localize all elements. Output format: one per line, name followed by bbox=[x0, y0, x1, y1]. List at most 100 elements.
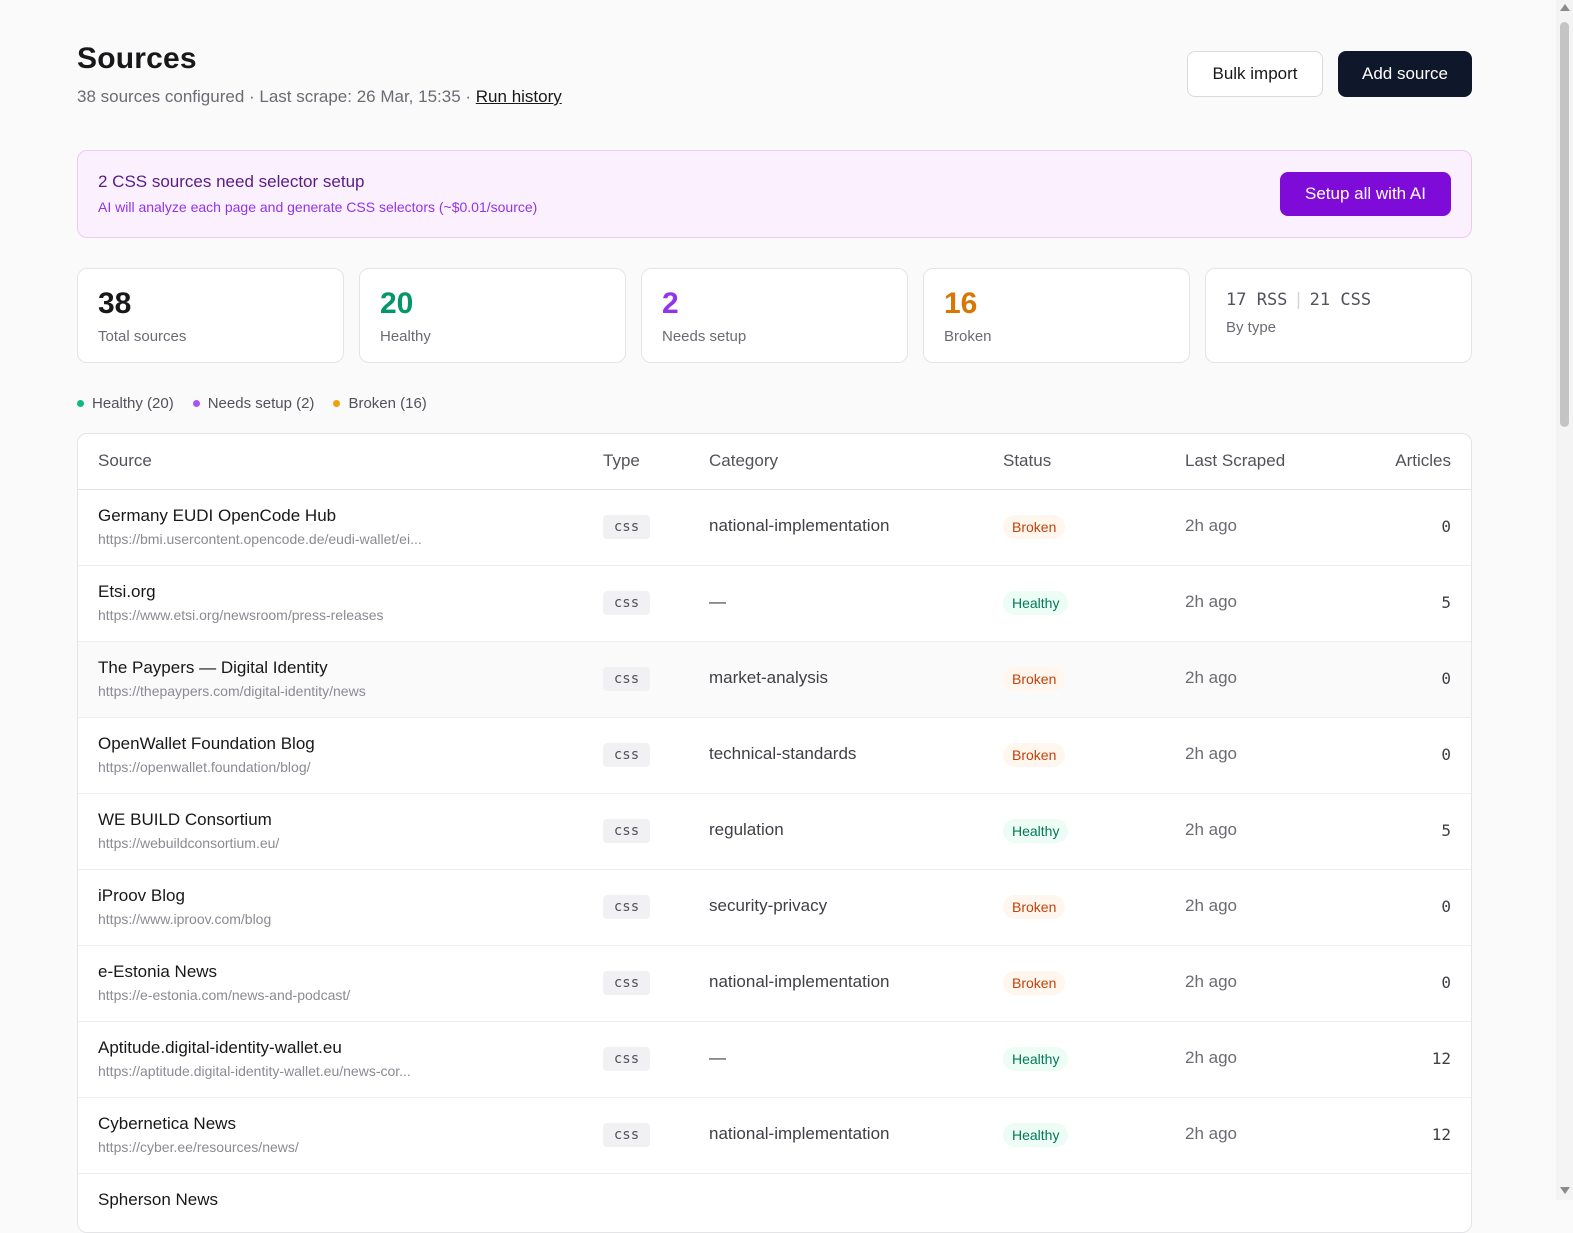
last-scraped: 2h ago bbox=[1185, 516, 1237, 535]
stats-row: 38 Total sources 20 Healthy 2 Needs setu… bbox=[77, 268, 1472, 363]
source-url: https://thepaypers.com/digital-identity/… bbox=[98, 683, 366, 699]
type-badge: css bbox=[603, 971, 650, 995]
table-row[interactable]: iProov Blog https://www.iproov.com/blog … bbox=[78, 870, 1471, 946]
status-badge: Broken bbox=[1003, 895, 1066, 919]
stat-value-healthy: 20 bbox=[380, 287, 414, 320]
status-badge: Broken bbox=[1003, 743, 1066, 767]
css-count: 21 CSS bbox=[1309, 290, 1372, 310]
stat-label-healthy: Healthy bbox=[380, 328, 431, 345]
stat-label-by-type: By type bbox=[1226, 319, 1277, 336]
type-badge: css bbox=[603, 515, 650, 539]
column-header-last-scraped[interactable]: Last Scraped bbox=[1185, 451, 1285, 471]
source-url: https://openwallet.foundation/blog/ bbox=[98, 759, 311, 775]
stat-label-broken: Broken bbox=[944, 328, 992, 345]
legend-item-healthy: Healthy (20) bbox=[77, 393, 174, 413]
scroll-up-arrow-icon[interactable] bbox=[1560, 4, 1570, 11]
needs-setup-dot-icon bbox=[192, 399, 200, 407]
column-header-type[interactable]: Type bbox=[603, 451, 640, 471]
scroll-down-arrow-icon[interactable] bbox=[1560, 1187, 1570, 1194]
category: security-privacy bbox=[709, 896, 828, 915]
stat-card-broken: 16 Broken bbox=[923, 268, 1190, 363]
source-name: Spherson News bbox=[98, 1190, 219, 1209]
legend-item-broken: Broken (16) bbox=[333, 393, 427, 413]
stat-card-healthy: 20 Healthy bbox=[359, 268, 626, 363]
article-count: 0 bbox=[1441, 897, 1451, 916]
source-name: Etsi.org bbox=[98, 582, 156, 601]
source-url: https://bmi.usercontent.opencode.de/eudi… bbox=[98, 531, 422, 547]
page-title: Sources bbox=[77, 42, 197, 75]
status-badge: Healthy bbox=[1003, 819, 1069, 843]
source-name: The Paypers — Digital Identity bbox=[98, 658, 328, 677]
source-url: https://www.iproov.com/blog bbox=[98, 911, 272, 927]
stat-type-counts: 17 RSS | 21 CSS bbox=[1226, 290, 1371, 310]
status-badge: Healthy bbox=[1003, 1123, 1069, 1147]
last-scraped: 2h ago bbox=[1185, 972, 1237, 991]
type-badge: css bbox=[603, 895, 650, 919]
type-badge: css bbox=[603, 591, 650, 615]
source-url: https://webuildconsortium.eu/ bbox=[98, 835, 280, 851]
column-header-status[interactable]: Status bbox=[1003, 451, 1051, 471]
selector-setup-banner: 2 CSS sources need selector setup AI wil… bbox=[77, 150, 1472, 238]
type-badge: css bbox=[603, 1047, 650, 1071]
table-row[interactable]: Germany EUDI OpenCode Hub https://bmi.us… bbox=[78, 490, 1471, 566]
legend-label: Broken (16) bbox=[348, 394, 427, 412]
page-summary: 38 sources configured · Last scrape: 26 … bbox=[77, 87, 562, 107]
category: — bbox=[709, 1048, 726, 1067]
article-count: 5 bbox=[1441, 593, 1451, 612]
source-name: WE BUILD Consortium bbox=[98, 810, 272, 829]
category: national-implementation bbox=[709, 1124, 890, 1143]
source-name: iProov Blog bbox=[98, 886, 185, 905]
status-legend: Healthy (20) Needs setup (2) Broken (16) bbox=[77, 393, 446, 413]
sources-table: Source Type Category Status Last Scraped… bbox=[77, 433, 1472, 1233]
scroll-thumb[interactable] bbox=[1560, 22, 1569, 427]
table-row[interactable]: e-Estonia News https://e-estonia.com/new… bbox=[78, 946, 1471, 1022]
stat-value-needs-setup: 2 bbox=[662, 287, 679, 320]
table-header: Source Type Category Status Last Scraped… bbox=[78, 434, 1471, 490]
last-scraped: 2h ago bbox=[1185, 592, 1237, 611]
stat-value-total: 38 bbox=[98, 287, 132, 320]
type-badge: css bbox=[603, 819, 650, 843]
table-row[interactable]: Cybernetica News https://cyber.ee/resour… bbox=[78, 1098, 1471, 1174]
table-row[interactable]: OpenWallet Foundation Blog https://openw… bbox=[78, 718, 1471, 794]
category: regulation bbox=[709, 820, 784, 839]
page-scrollbar[interactable] bbox=[1556, 0, 1573, 1200]
setup-all-with-ai-button[interactable]: Setup all with AI bbox=[1280, 172, 1451, 216]
column-header-articles[interactable]: Articles bbox=[1395, 451, 1451, 471]
stat-label-total: Total sources bbox=[98, 328, 187, 345]
article-count: 12 bbox=[1431, 1049, 1451, 1068]
table-row[interactable]: Aptitude.digital-identity-wallet.eu http… bbox=[78, 1022, 1471, 1098]
summary-text: 38 sources configured · Last scrape: 26 … bbox=[77, 87, 476, 106]
type-badge: css bbox=[603, 667, 650, 691]
table-row[interactable]: The Paypers — Digital Identity https://t… bbox=[78, 642, 1471, 718]
source-url: https://cyber.ee/resources/news/ bbox=[98, 1139, 299, 1155]
add-source-button[interactable]: Add source bbox=[1338, 51, 1472, 97]
last-scraped: 2h ago bbox=[1185, 896, 1237, 915]
source-url: https://aptitude.digital-identity-wallet… bbox=[98, 1063, 411, 1079]
last-scraped: 2h ago bbox=[1185, 1048, 1237, 1067]
legend-label: Healthy (20) bbox=[92, 394, 174, 412]
last-scraped: 2h ago bbox=[1185, 744, 1237, 763]
broken-dot-icon bbox=[333, 399, 341, 407]
article-count: 0 bbox=[1441, 973, 1451, 992]
column-header-category[interactable]: Category bbox=[709, 451, 778, 471]
table-row[interactable]: Etsi.org https://www.etsi.org/newsroom/p… bbox=[78, 566, 1471, 642]
column-header-source[interactable]: Source bbox=[98, 451, 152, 471]
source-name: Cybernetica News bbox=[98, 1114, 236, 1133]
type-badge: css bbox=[603, 1123, 650, 1147]
source-name: OpenWallet Foundation Blog bbox=[98, 734, 315, 753]
status-badge: Broken bbox=[1003, 515, 1066, 539]
banner-subtitle: AI will analyze each page and generate C… bbox=[98, 199, 538, 215]
category: technical-standards bbox=[709, 744, 857, 763]
stat-card-by-type: 17 RSS | 21 CSS By type bbox=[1205, 268, 1472, 363]
stat-card-total: 38 Total sources bbox=[77, 268, 344, 363]
table-row[interactable]: WE BUILD Consortium https://webuildconso… bbox=[78, 794, 1471, 870]
rss-count: 17 RSS bbox=[1226, 290, 1288, 310]
status-badge: Broken bbox=[1003, 667, 1066, 691]
type-separator: | bbox=[1293, 290, 1304, 310]
category: market-analysis bbox=[709, 668, 829, 687]
status-badge: Healthy bbox=[1003, 1047, 1069, 1071]
table-row[interactable]: Spherson News bbox=[78, 1174, 1471, 1232]
banner-title: 2 CSS sources need selector setup bbox=[98, 172, 365, 191]
run-history-link[interactable]: Run history bbox=[476, 87, 562, 106]
bulk-import-button[interactable]: Bulk import bbox=[1187, 51, 1323, 97]
